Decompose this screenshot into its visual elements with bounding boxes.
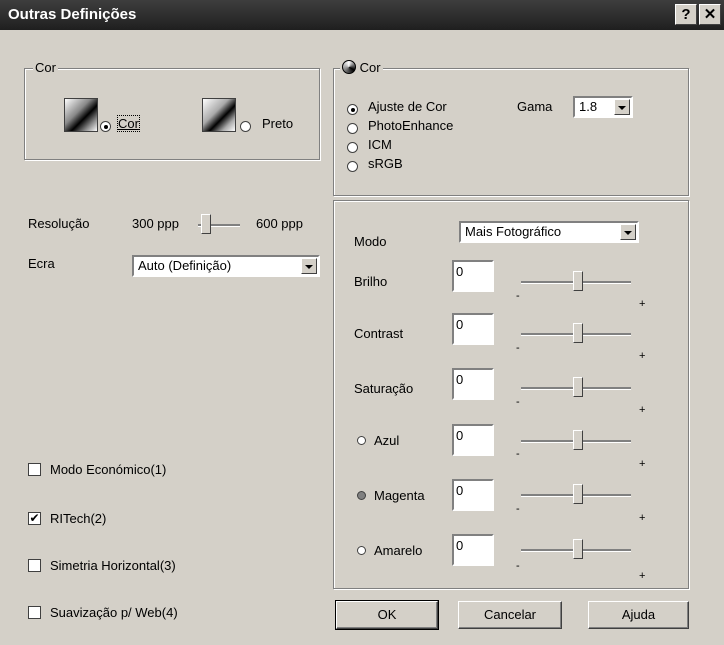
modo-label: Modo [354, 234, 387, 249]
gama-value: 1.8 [579, 99, 598, 114]
preto-radio[interactable] [240, 121, 251, 132]
srgb-radio[interactable] [347, 161, 358, 172]
modo-select[interactable]: Mais Fotográfico [459, 221, 639, 243]
window-title: Outras Definições [8, 6, 137, 23]
color-wheel-icon [342, 60, 356, 74]
chevron-down-icon[interactable] [620, 224, 636, 240]
saturacao-input[interactable]: 0 [452, 368, 494, 400]
ritech-label[interactable]: RITech(2) [50, 511, 106, 526]
grayscale-sample-icon [202, 98, 236, 132]
magenta-input[interactable]: 0 [452, 479, 494, 511]
close-icon[interactable]: ✕ [699, 4, 721, 25]
chevron-down-icon[interactable] [301, 258, 317, 274]
brilho-slider[interactable] [573, 271, 583, 291]
amarelo-slider[interactable] [573, 539, 583, 559]
amarelo-input[interactable]: 0 [452, 534, 494, 566]
cancel-button[interactable]: Cancelar [458, 601, 562, 629]
contrast-plus: + [639, 350, 646, 362]
amarelo-plus: + [639, 570, 646, 582]
magenta-minus: - [516, 503, 520, 515]
modo-economico-checkbox[interactable] [28, 463, 41, 476]
contrast-slider[interactable] [573, 323, 583, 343]
contrast-minus: - [516, 342, 520, 354]
amarelo-label: Amarelo [374, 543, 423, 558]
azul-input[interactable]: 0 [452, 424, 494, 456]
ritech-checkbox[interactable]: ✔ [28, 512, 41, 525]
ecra-value: Auto (Definição) [138, 258, 232, 273]
preto-radio-label[interactable]: Preto [262, 116, 293, 131]
brilho-label: Brilho [354, 274, 388, 289]
contrast-input[interactable]: 0 [452, 313, 494, 345]
cor-radio-label[interactable]: Cor [117, 115, 140, 132]
ecra-label: Ecra [28, 256, 55, 271]
brilho-input[interactable]: 0 [452, 260, 494, 292]
resolucao-high: 600 ppp [256, 216, 303, 231]
chevron-down-icon[interactable] [614, 99, 630, 115]
brilho-plus: + [639, 298, 646, 310]
ajuste-de-cor-radio[interactable] [347, 104, 358, 115]
azul-indicator-icon [357, 436, 366, 445]
help-icon[interactable]: ? [675, 4, 697, 25]
azul-label: Azul [374, 433, 400, 448]
azul-plus: + [639, 458, 646, 470]
cor-radio[interactable] [100, 121, 111, 132]
magenta-plus: + [639, 512, 646, 524]
contrast-label: Contrast [354, 326, 404, 341]
gama-select[interactable]: 1.8 [573, 96, 633, 118]
color-sample-icon [64, 98, 98, 132]
gama-label: Gama [517, 99, 553, 114]
icm-label[interactable]: ICM [368, 137, 392, 152]
cor-group-legend: Cor [33, 60, 58, 75]
magenta-indicator-icon [357, 491, 366, 500]
magenta-slider[interactable] [573, 484, 583, 504]
photoenhance-radio[interactable] [347, 123, 358, 134]
resolucao-low: 300 ppp [132, 216, 179, 231]
saturacao-minus: - [516, 396, 520, 408]
brilho-minus: - [516, 290, 520, 302]
suavizacao-checkbox[interactable] [28, 606, 41, 619]
modo-economico-label[interactable]: Modo Económico(1) [50, 462, 166, 477]
resolucao-label: Resolução [28, 216, 90, 231]
azul-minus: - [516, 448, 520, 460]
simetria-label[interactable]: Simetria Horizontal(3) [50, 558, 176, 573]
suavizacao-label[interactable]: Suavização p/ Web(4) [50, 605, 178, 620]
amarelo-minus: - [516, 560, 520, 572]
amarelo-indicator-icon [357, 546, 366, 555]
magenta-label: Magenta [374, 488, 425, 503]
icm-radio[interactable] [347, 142, 358, 153]
photoenhance-label[interactable]: PhotoEnhance [368, 118, 453, 133]
saturacao-plus: + [639, 404, 646, 416]
color-mode-legend: Cor [340, 60, 383, 75]
simetria-checkbox[interactable] [28, 559, 41, 572]
resolucao-slider[interactable] [201, 214, 211, 234]
modo-value: Mais Fotográfico [465, 224, 562, 239]
help-button[interactable]: Ajuda [588, 601, 689, 629]
srgb-label[interactable]: sRGB [368, 156, 403, 171]
ok-button[interactable]: OK [335, 600, 439, 630]
color-mode-legend-label: Cor [359, 60, 381, 75]
saturacao-slider[interactable] [573, 377, 583, 397]
saturacao-label: Saturação [354, 381, 414, 396]
ajuste-de-cor-label[interactable]: Ajuste de Cor [368, 99, 447, 114]
ecra-select[interactable]: Auto (Definição) [132, 255, 320, 277]
azul-slider[interactable] [573, 430, 583, 450]
